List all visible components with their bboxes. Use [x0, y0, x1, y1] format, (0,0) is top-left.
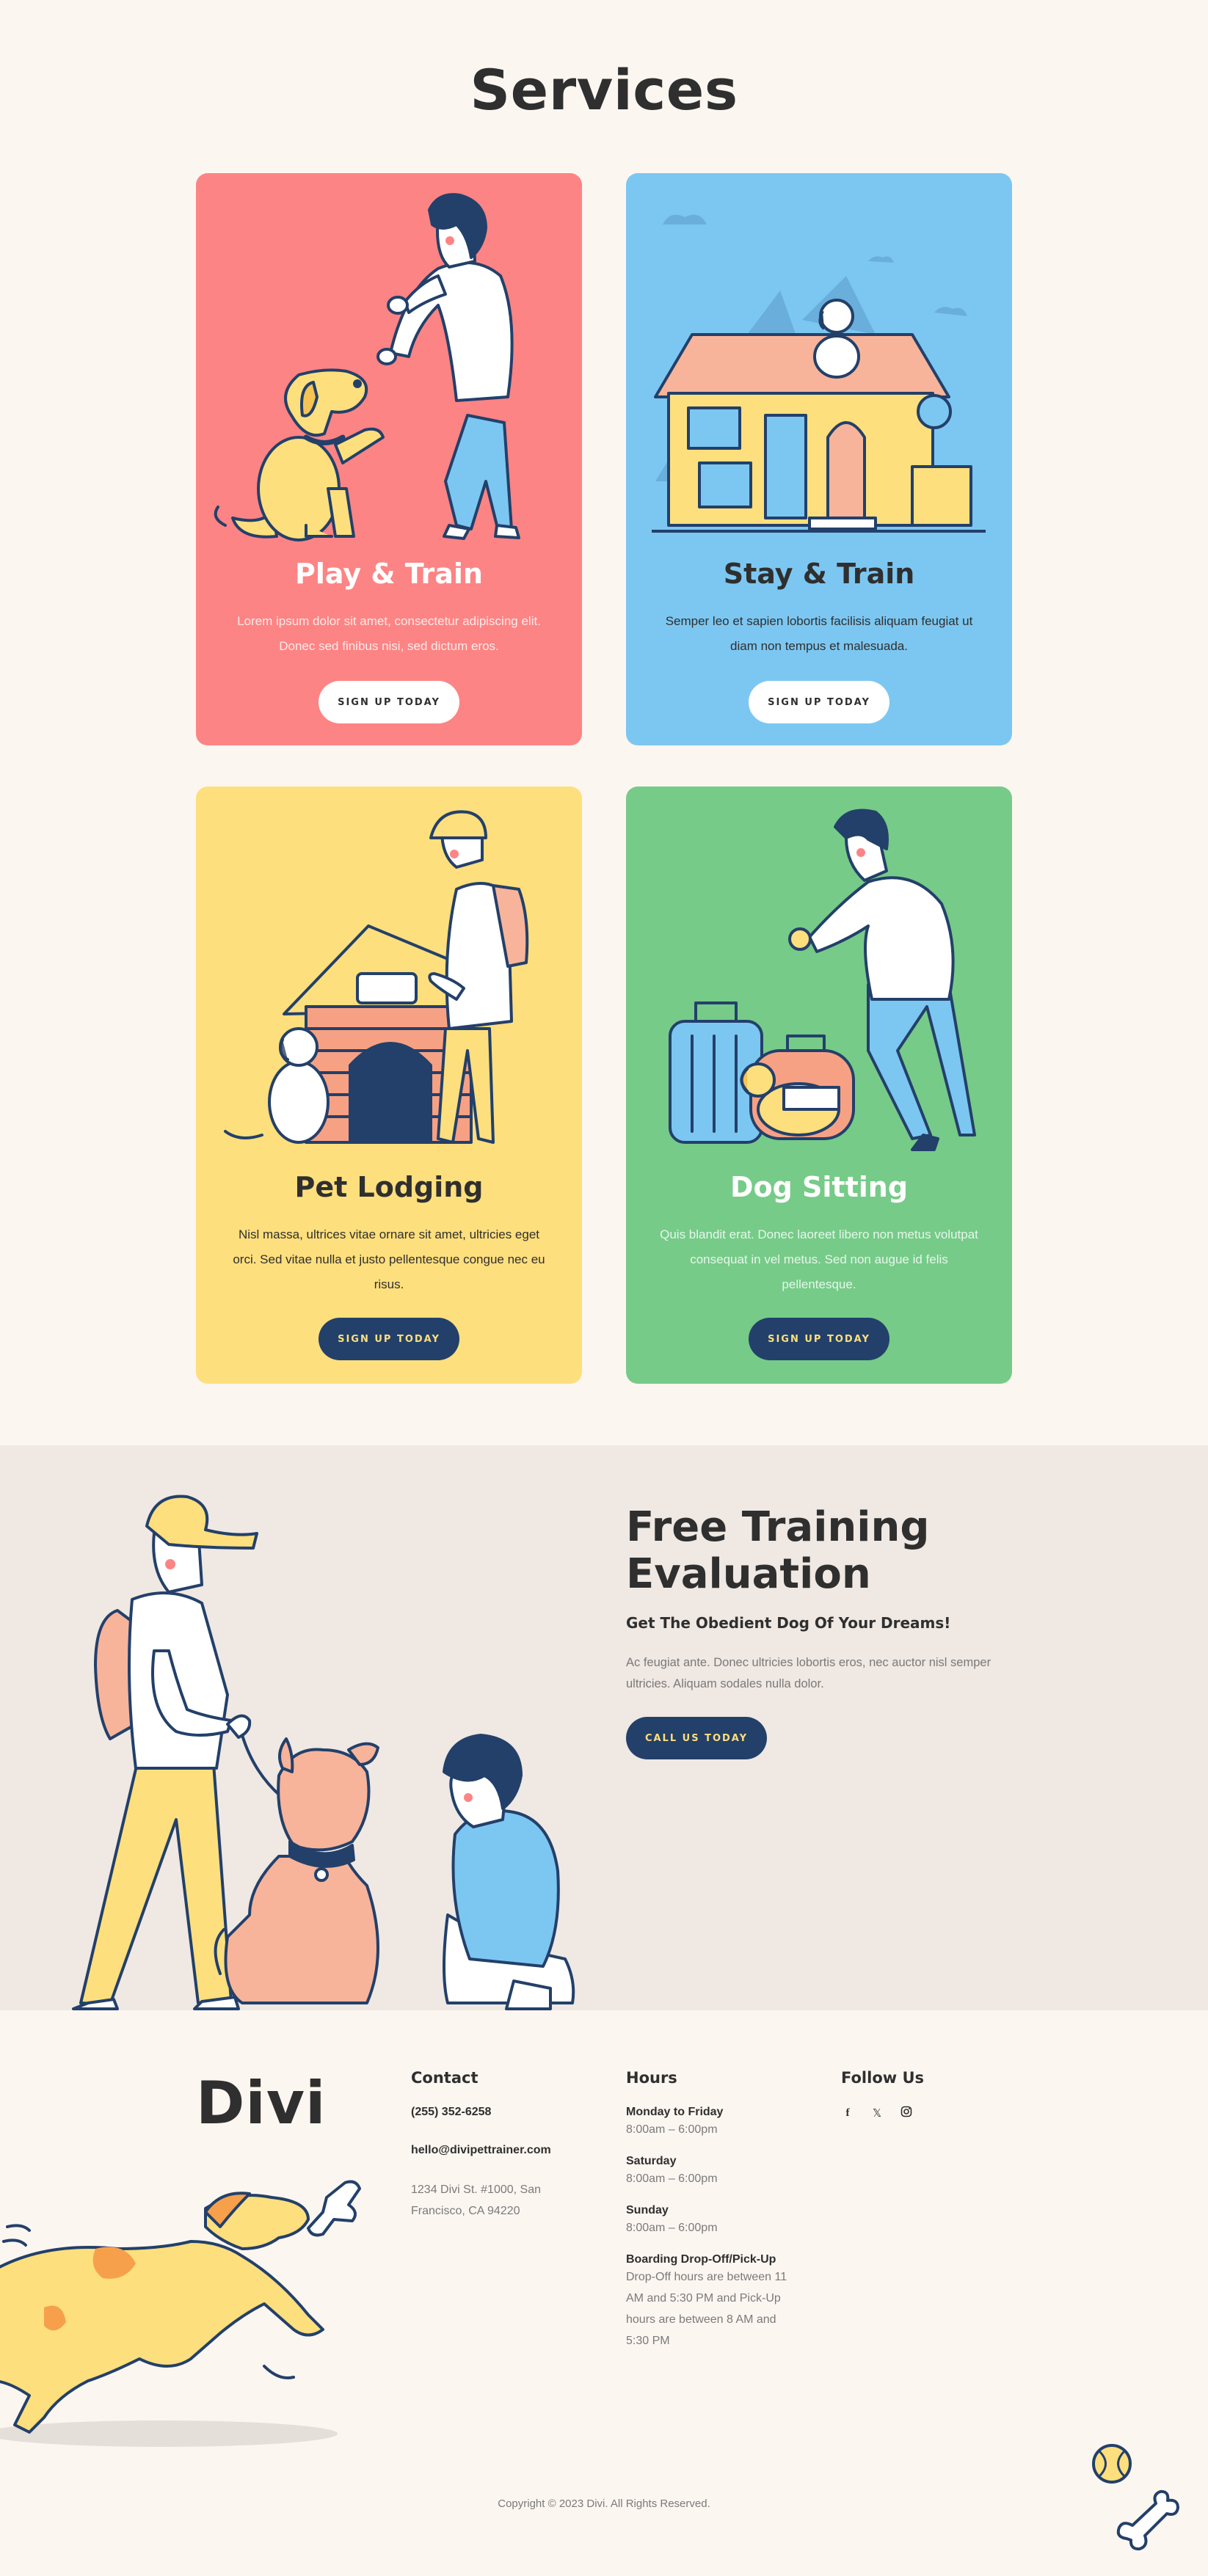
sign-up-button[interactable]: SIGN UP TODAY [749, 681, 889, 723]
hours-label: Monday to Friday [626, 2106, 724, 2118]
footer: Divi Contact (255) 352-6258 hello@divipe… [0, 2010, 1208, 2576]
tennis-ball-icon [1092, 2444, 1132, 2484]
service-card-play-train: Play & Train Lorem ipsum dolor sit amet,… [196, 173, 582, 745]
instagram-icon[interactable] [900, 2106, 913, 2120]
card-description: Quis blandit erat. Donec laoreet libero … [660, 1227, 978, 1291]
call-us-button[interactable]: CALL US TODAY [626, 1717, 767, 1759]
hours-label: Sunday [626, 2204, 669, 2216]
play-train-illustration [214, 193, 520, 541]
hours-label: Saturday [626, 2155, 677, 2167]
sign-up-button[interactable]: SIGN UP TODAY [749, 1318, 889, 1360]
dog-sitting-illustration [669, 809, 976, 1151]
sign-up-button[interactable]: SIGN UP TODAY [319, 1318, 459, 1360]
x-twitter-icon[interactable]: 𝕏 [870, 2106, 884, 2120]
hours-entry: Saturday 8:00am – 6:00pm [626, 2155, 802, 2189]
follow-heading: Follow Us [841, 2069, 925, 2087]
running-dog-illustration [0, 2180, 361, 2447]
services-section: Services Play & Train Lorem ipsum dolor … [0, 0, 1208, 1445]
card-description: Lorem ipsum dolor sit amet, consectetur … [237, 614, 541, 653]
card-title: Stay & Train [723, 558, 915, 590]
hours-entry: Boarding Drop-Off/Pick-Up Drop-Off hours… [626, 2253, 802, 2351]
hours-label: Boarding Drop-Off/Pick-Up [626, 2253, 776, 2266]
card-description: Nisl massa, ultrices vitae ornare sit am… [233, 1227, 545, 1291]
service-card-stay-train: Stay & Train Semper leo et sapien lobort… [626, 173, 1012, 745]
sign-up-button[interactable]: SIGN UP TODAY [319, 681, 459, 723]
hours-value: 8:00am – 6:00pm [626, 2172, 718, 2185]
services-title: Services [470, 57, 738, 123]
card-title: Pet Lodging [294, 1171, 484, 1203]
evaluation-title: Free Training Evaluation [626, 1503, 930, 1598]
card-title: Play & Train [295, 558, 483, 590]
contact-email[interactable]: hello@divipettrainer.com [411, 2144, 594, 2157]
service-card-dog-sitting: Dog Sitting Quis blandit erat. Donec lao… [626, 787, 1012, 1384]
contact-phone[interactable]: (255) 352-6258 [411, 2106, 594, 2119]
hours-entry: Sunday 8:00am – 6:00pm [626, 2204, 802, 2239]
service-card-pet-lodging: Pet Lodging Nisl massa, ultrices vitae o… [196, 787, 582, 1384]
card-title: Dog Sitting [729, 1171, 909, 1203]
hours-column: Hours Monday to Friday 8:00am – 6:00pm S… [626, 2069, 802, 2351]
hours-value: Drop-Off hours are between 11 AM and 5:3… [626, 2271, 787, 2347]
pet-lodging-illustration [224, 810, 529, 1144]
training-evaluation-illustration [72, 1495, 575, 2010]
contact-heading: Contact [411, 2069, 479, 2087]
contact-column: Contact (255) 352-6258 hello@divipettrai… [411, 2069, 594, 2222]
hours-value: 8:00am – 6:00pm [626, 2222, 718, 2234]
follow-column: Follow Us f 𝕏 [841, 2069, 988, 2120]
evaluation-section: Free Training Evaluation Get The Obedien… [0, 1445, 1208, 2010]
contact-address: 1234 Divi St. #1000, San Francisco, CA 9… [411, 2183, 542, 2217]
hours-heading: Hours [626, 2069, 677, 2087]
hours-value: 8:00am – 6:00pm [626, 2123, 718, 2136]
social-links: f 𝕏 [841, 2106, 988, 2120]
copyright-text: Copyright © 2023 Divi. All Rights Reserv… [498, 2497, 710, 2510]
hours-entry: Monday to Friday 8:00am – 6:00pm [626, 2106, 802, 2140]
evaluation-subtitle: Get The Obedient Dog Of Your Dreams! [626, 1614, 951, 1632]
footer-logo[interactable]: Divi [196, 2069, 326, 2137]
stay-train-illustration [652, 214, 986, 533]
evaluation-description: Ac feugiat ante. Donec ultricies loborti… [626, 1656, 991, 1690]
card-description: Semper leo et sapien lobortis facilisis … [665, 614, 973, 653]
facebook-icon[interactable]: f [841, 2107, 854, 2120]
